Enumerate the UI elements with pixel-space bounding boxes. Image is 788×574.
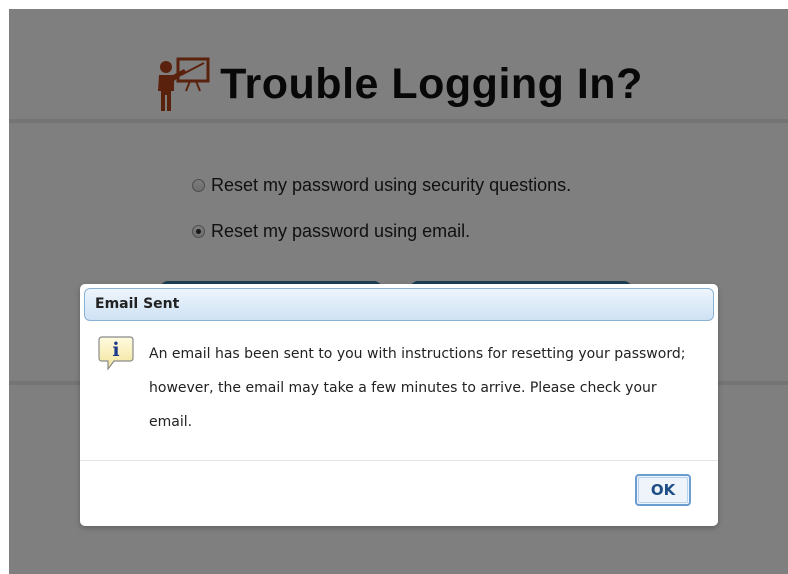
dialog-message: An email has been sent to you with instr… bbox=[149, 346, 686, 430]
dialog-titlebar: Email Sent bbox=[84, 288, 714, 321]
ok-button[interactable]: OK bbox=[635, 474, 691, 506]
dialog-divider bbox=[80, 460, 718, 461]
info-icon: i bbox=[98, 336, 134, 371]
dialog-title: Email Sent bbox=[95, 296, 180, 312]
email-sent-dialog: Email Sent i An email has been sent to y… bbox=[80, 284, 718, 526]
screen: Trouble Logging In? Reset my password us… bbox=[0, 0, 788, 574]
svg-text:i: i bbox=[112, 339, 119, 361]
